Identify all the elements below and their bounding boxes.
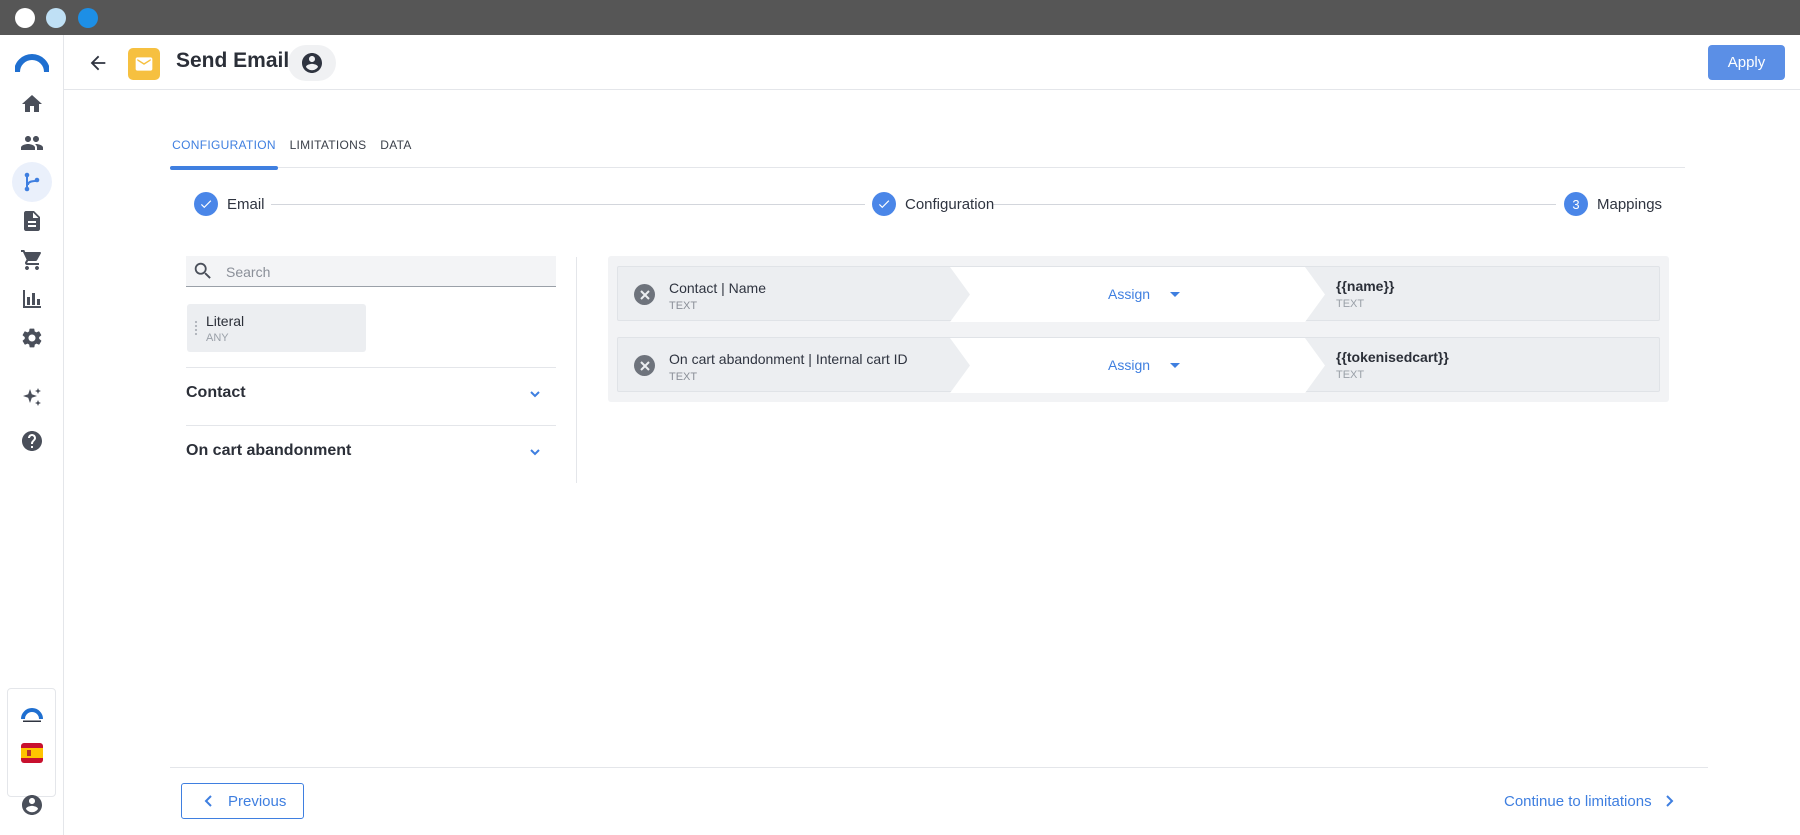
sidebar-item-home[interactable] <box>12 84 52 124</box>
back-button[interactable] <box>84 49 112 77</box>
step-mappings[interactable]: 3 Mappings <box>1564 192 1662 216</box>
sparkle-icon <box>23 388 41 406</box>
workspace-switcher[interactable] <box>7 688 56 797</box>
home-icon <box>22 95 42 112</box>
apply-button[interactable]: Apply <box>1708 45 1785 80</box>
step-label: Email <box>227 195 265 213</box>
operator-label: Assign <box>1108 286 1151 302</box>
envelope-icon <box>135 57 153 71</box>
step-label: Configuration <box>905 195 995 213</box>
field-search <box>186 256 556 287</box>
drag-handle-icon[interactable] <box>194 320 198 336</box>
document-icon <box>24 211 40 231</box>
mapping-row: On cart abandonment | Internal cart ID T… <box>617 337 1660 393</box>
page-title: Send Email <box>176 49 290 72</box>
window-close-dot[interactable] <box>15 8 35 28</box>
source-field-type: TEXT <box>669 300 698 312</box>
workspace-logo-icon <box>21 708 43 722</box>
target-variable-label: {{name}} <box>1336 278 1395 294</box>
target-variable-type: TEXT <box>1336 298 1365 310</box>
sidebar-item-flows[interactable] <box>12 162 52 202</box>
step-email[interactable]: Email <box>194 192 265 216</box>
literal-type: ANY <box>206 332 229 344</box>
target-variable-type: TEXT <box>1336 369 1365 381</box>
group-on-cart-abandonment[interactable]: On cart abandonment <box>186 432 556 472</box>
tab-limitations[interactable]: LIMITATIONS <box>288 128 368 168</box>
sidebar <box>0 35 64 835</box>
previous-label: Previous <box>228 792 287 810</box>
literal-field-card[interactable]: Literal ANY <box>187 304 366 352</box>
sidebar-item-contacts[interactable] <box>12 123 52 163</box>
caret-down-icon <box>1170 362 1181 368</box>
source-field-type: TEXT <box>669 371 698 383</box>
arrow-left-icon <box>90 55 106 71</box>
sidebar-item-help[interactable] <box>12 421 52 461</box>
source-field-label: Contact | Name <box>669 280 767 296</box>
group-title: On cart abandonment <box>186 442 352 459</box>
spain-flag-icon[interactable] <box>21 743 43 763</box>
check-icon <box>878 200 890 209</box>
chevron-left-icon <box>204 795 212 807</box>
check-icon <box>200 200 212 209</box>
step-done-badge <box>872 192 896 216</box>
remove-mapping-button[interactable] <box>634 284 655 305</box>
sidebar-item-account[interactable] <box>12 785 52 825</box>
operator-label: Assign <box>1108 357 1151 373</box>
footer-divider <box>170 767 1708 768</box>
mapping-row: Contact | Name TEXT Assign {{name}} TEXT <box>617 266 1660 322</box>
sidebar-item-documents[interactable] <box>12 201 52 241</box>
source-field-label: On cart abandonment | Internal cart ID <box>669 351 908 367</box>
divider <box>186 367 556 368</box>
tab-configuration[interactable]: CONFIGURATION <box>170 128 278 170</box>
step-number-badge: 3 <box>1564 192 1588 216</box>
caret-down-icon <box>1170 291 1181 297</box>
window-minimize-dot[interactable] <box>46 8 66 28</box>
previous-button[interactable]: Previous <box>181 783 304 819</box>
chevron-down-icon <box>530 391 540 398</box>
bar-chart-icon <box>23 290 41 308</box>
sidebar-item-analytics[interactable] <box>12 279 52 319</box>
gear-icon <box>22 328 42 348</box>
close-icon <box>639 360 650 371</box>
cart-icon <box>21 250 41 270</box>
search-icon <box>194 262 211 279</box>
step-configuration[interactable]: Configuration <box>872 192 994 216</box>
target-variable-label: {{tokenisedcart}} <box>1336 349 1449 365</box>
continue-button[interactable]: Continue to limitations <box>1504 790 1676 812</box>
sidebar-item-settings[interactable] <box>12 318 52 358</box>
sidebar-item-commerce[interactable] <box>12 240 52 280</box>
user-circle-icon <box>22 795 42 815</box>
email-action-tile <box>128 48 160 80</box>
tab-bar: CONFIGURATION LIMITATIONS DATA <box>170 128 1685 170</box>
group-contact[interactable]: Contact <box>186 374 556 414</box>
tab-data[interactable]: DATA <box>376 128 416 168</box>
continue-label: Continue to limitations <box>1504 792 1652 810</box>
help-icon <box>22 431 42 451</box>
chevron-right-icon <box>1665 795 1673 807</box>
page-header: Send Email Apply <box>64 35 1800 90</box>
window-maximize-dot[interactable] <box>78 8 98 28</box>
literal-title: Literal <box>206 313 245 329</box>
stepper-connector <box>271 204 865 205</box>
step-done-badge <box>194 192 218 216</box>
operator-dropdown[interactable]: Assign <box>1108 354 1181 376</box>
mappings-panel: Contact | Name TEXT Assign {{name}} TEXT… <box>608 256 1669 402</box>
remove-mapping-button[interactable] <box>634 355 655 376</box>
chevron-down-icon <box>530 449 540 456</box>
flow-branch-icon <box>24 172 40 192</box>
sidebar-item-ai[interactable] <box>12 378 52 418</box>
window-titlebar <box>0 0 1800 35</box>
divider <box>186 425 556 426</box>
user-circle-icon <box>302 53 322 73</box>
stepper-connector <box>992 204 1556 205</box>
search-input[interactable] <box>226 260 546 284</box>
group-title: Contact <box>186 384 246 401</box>
close-icon <box>639 289 650 300</box>
people-icon <box>21 136 43 150</box>
step-label: Mappings <box>1597 195 1663 213</box>
owner-button[interactable] <box>288 45 336 81</box>
panel-separator <box>576 257 577 483</box>
operator-dropdown[interactable]: Assign <box>1108 283 1181 305</box>
brand-logo-icon[interactable] <box>15 50 49 74</box>
